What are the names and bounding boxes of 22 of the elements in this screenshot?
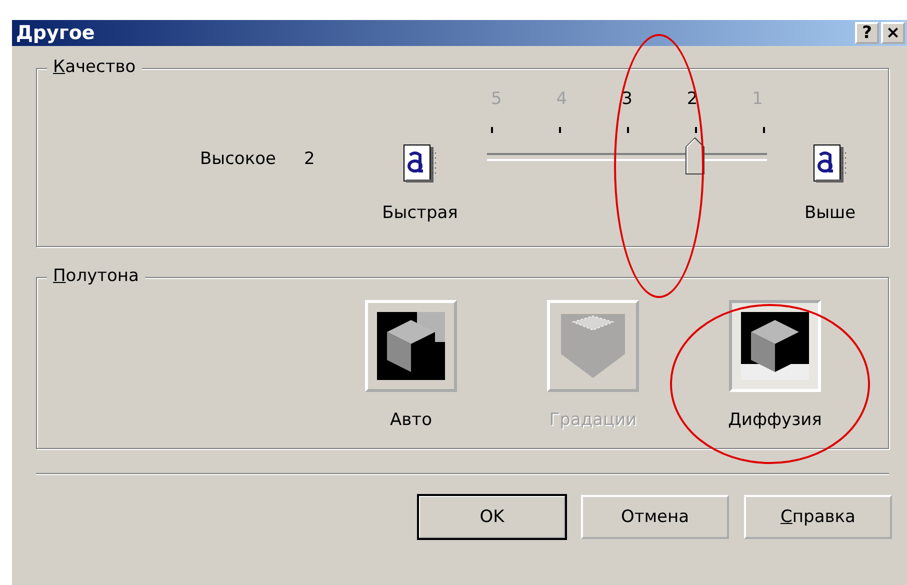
slider-thumb[interactable] (685, 137, 705, 175)
slider-max-label: Выше (804, 203, 856, 223)
option-label: Диффузия (728, 410, 822, 430)
window-title: Другое (16, 22, 95, 44)
group-title: Качество (47, 57, 142, 77)
quality-label: Высокое (200, 149, 276, 169)
dialog-button[interactable]: Отмена (581, 495, 729, 539)
halftone-option-button[interactable] (729, 300, 821, 392)
tick-label: 2 (686, 89, 698, 109)
halftone-cube-icon (741, 312, 809, 380)
close-button[interactable]: × (881, 22, 905, 44)
tick-label: 3 (622, 89, 632, 109)
dialog-button[interactable]: Справка (744, 495, 892, 539)
dialog-button[interactable]: OK (418, 495, 566, 539)
slider-min-label: Быстрая (382, 203, 458, 223)
help-button[interactable]: ? (855, 22, 879, 44)
halftone-cube-icon (377, 312, 445, 380)
group-title: Полутона (47, 266, 145, 286)
halftone-option-button[interactable] (365, 300, 457, 392)
quality-value: 2 (304, 149, 315, 169)
halftone-cube-icon (559, 312, 627, 380)
option-label: Авто (390, 410, 432, 430)
